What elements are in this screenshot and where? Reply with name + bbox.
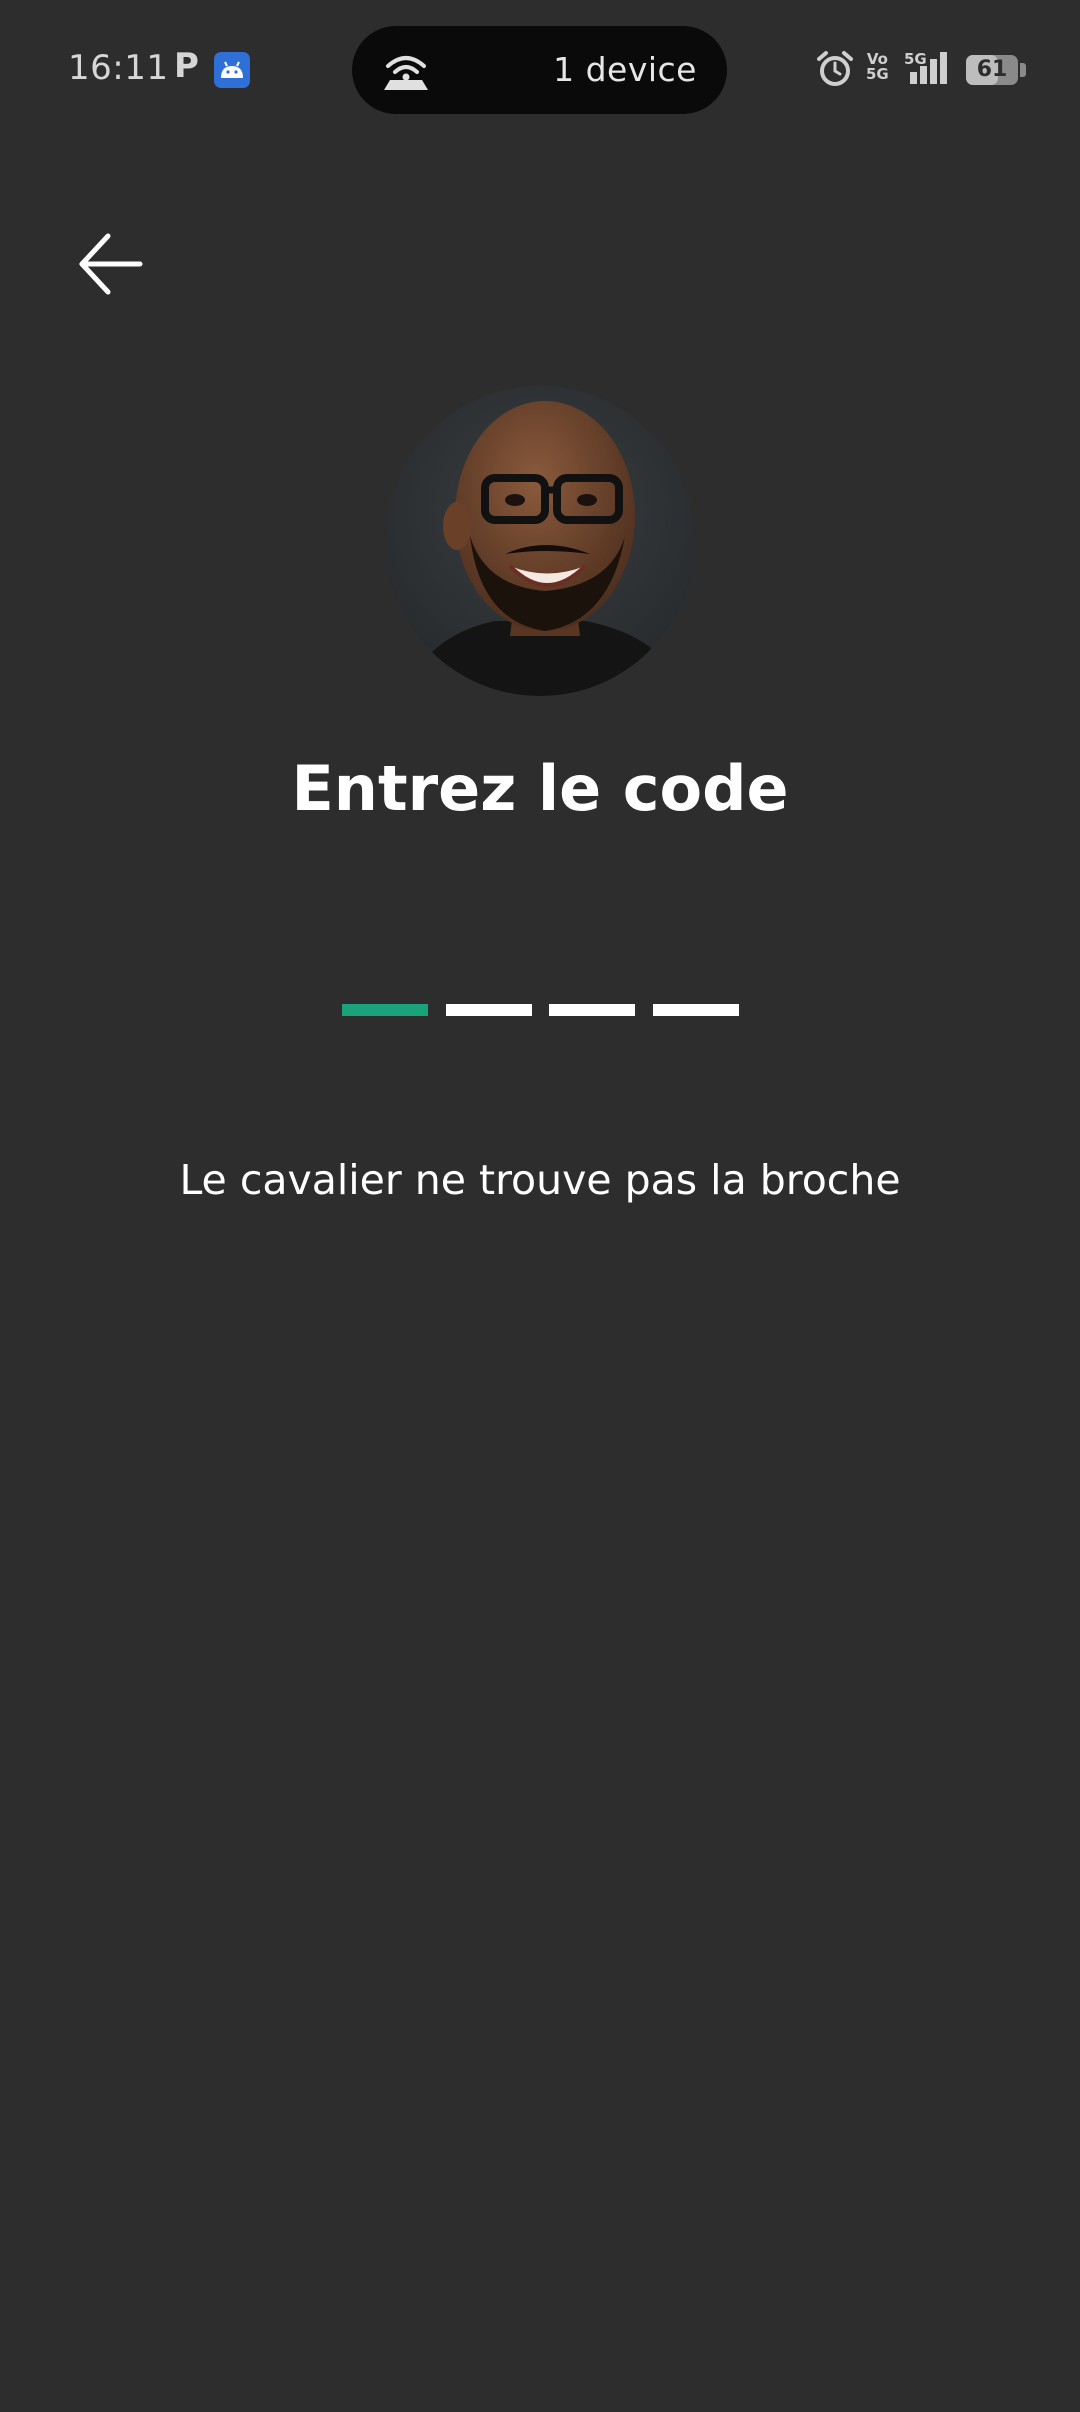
pin-slot-4	[652, 1004, 739, 1016]
pin-slot-2	[445, 1004, 532, 1016]
volte-icon: Vo 5G	[866, 50, 889, 83]
pin-indicator	[342, 1004, 739, 1016]
hotspot-device-count: 1 device	[553, 50, 697, 89]
android-app-icon	[214, 52, 250, 88]
page-title: Entrez le code	[291, 752, 789, 825]
pin-slot-1	[342, 1004, 428, 1016]
parking-app-icon: P	[174, 46, 199, 86]
back-button[interactable]	[62, 206, 162, 306]
hint-text: Le cavalier ne trouve pas la broche	[179, 1156, 901, 1204]
status-time: 16:11	[68, 48, 169, 88]
battery-tip	[1020, 63, 1026, 77]
avatar	[385, 386, 695, 696]
status-bar: 16:11 P 1 device Vo 5G 5G 61	[0, 0, 1080, 140]
hotspot-pill[interactable]: 1 device	[352, 26, 727, 114]
alarm-icon	[816, 50, 854, 92]
pin-slot-3	[549, 1004, 636, 1016]
hotspot-icon	[380, 48, 432, 92]
arrow-left-icon	[79, 233, 143, 295]
battery-level: 61	[976, 57, 1008, 82]
network-type-label: 5G	[904, 50, 927, 68]
profile-photo	[385, 386, 695, 696]
